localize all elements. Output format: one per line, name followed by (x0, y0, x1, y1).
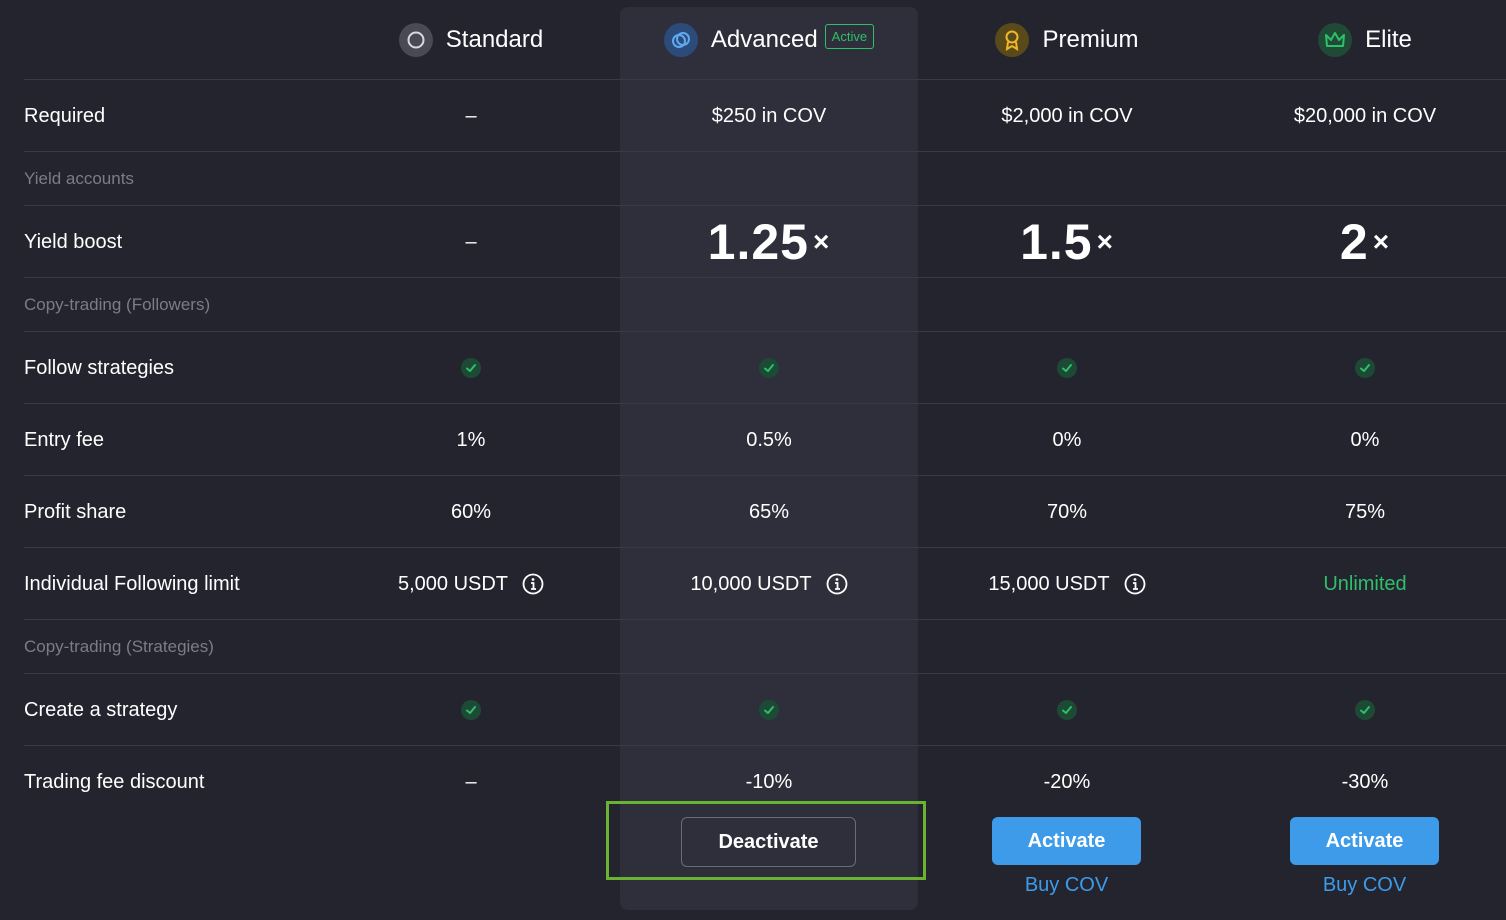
tier-comparison-page: Standard Advanced Active Premium Elite R… (0, 0, 1506, 920)
limit-value: 5,000 USDT (397, 572, 509, 595)
row-yield-boost: Yield boost – 1.25 × 1.5 × 2 × (24, 205, 1506, 278)
check-icon (1355, 358, 1375, 378)
linked-rings-icon (663, 22, 698, 57)
section-label: Copy-trading (Strategies) (24, 637, 214, 656)
boost-value: 1.5 (1020, 214, 1093, 270)
yield-boost-elite: 2 × (1216, 206, 1506, 278)
crown-icon (1318, 22, 1353, 57)
buy-cov-elite-link[interactable]: Buy COV (1290, 874, 1439, 897)
yield-boost-standard: – (465, 230, 477, 253)
profit-share-standard: 60% (450, 500, 492, 523)
entry-fee-advanced: 0.5% (746, 428, 792, 451)
check-icon (1355, 700, 1375, 720)
tier-header-row: Standard Advanced Active Premium Elite (24, 0, 1506, 79)
row-entry-fee: Entry fee 1% 0.5% 0% 0% (24, 403, 1506, 476)
following-limit-standard: 5,000 USDT (322, 548, 620, 620)
entry-fee-standard: 1% (456, 428, 486, 451)
activate-elite-button[interactable]: Activate (1290, 817, 1439, 865)
tier-name-elite: Elite (1365, 25, 1412, 53)
row-follow-strategies: Follow strategies (24, 331, 1506, 404)
section-yield-accounts: Yield accounts (24, 151, 1506, 206)
row-label: Create a strategy (24, 698, 178, 721)
yield-boost-premium: 1.5 × (918, 206, 1216, 278)
following-limit-advanced: 10,000 USDT (620, 548, 918, 620)
profit-share-premium: 70% (1046, 500, 1088, 523)
check-icon (759, 700, 779, 720)
entry-fee-elite: 0% (1350, 428, 1380, 451)
tier-header-premium: Premium (918, 0, 1216, 79)
required-premium: $2,000 in COV (1001, 104, 1133, 127)
row-label: Profit share (24, 500, 127, 523)
following-limit-elite: Unlimited (1323, 572, 1407, 595)
limit-value: 15,000 USDT (988, 572, 1110, 595)
section-label: Copy-trading (Followers) (24, 295, 211, 314)
check-icon (461, 358, 481, 378)
check-icon (759, 358, 779, 378)
row-label: Trading fee discount (24, 770, 205, 793)
yield-boost-advanced: 1.25 × (620, 206, 918, 278)
section-copy-trading-followers: Copy-trading (Followers) (24, 277, 1506, 332)
check-icon (1057, 700, 1077, 720)
boost-value: 2 (1339, 214, 1369, 270)
create-strategy-advanced (620, 674, 918, 746)
create-strategy-standard (322, 674, 620, 746)
limit-value: 10,000 USDT (690, 572, 812, 595)
trading-fee-premium: -20% (1043, 770, 1091, 793)
create-strategy-premium (918, 674, 1216, 746)
tier-name-premium: Premium (1042, 25, 1139, 53)
tier-name-advanced: Advanced (710, 25, 818, 53)
row-label: Follow strategies (24, 356, 175, 379)
tier-header-standard: Standard (322, 0, 620, 79)
follow-strategies-advanced (620, 332, 918, 404)
create-strategy-elite (1216, 674, 1506, 746)
deactivate-button[interactable]: Deactivate (681, 817, 856, 867)
row-label: Yield boost (24, 230, 123, 253)
info-icon[interactable] (522, 573, 544, 595)
section-label: Yield accounts (24, 169, 134, 188)
tier-header-elite: Elite (1216, 0, 1506, 79)
active-badge: Active (824, 24, 875, 49)
entry-fee-premium: 0% (1052, 428, 1082, 451)
check-icon (1057, 358, 1077, 378)
profit-share-elite: 75% (1344, 500, 1386, 523)
medal-icon (995, 22, 1030, 57)
trading-fee-elite: -30% (1341, 770, 1389, 793)
row-required: Required – $250 in COV $2,000 in COV $20… (24, 79, 1506, 152)
info-icon[interactable] (1124, 573, 1146, 595)
required-elite: $20,000 in COV (1293, 104, 1437, 127)
tier-header-advanced: Advanced Active (620, 0, 918, 79)
section-copy-trading-strategies: Copy-trading (Strategies) (24, 619, 1506, 674)
activate-premium-button[interactable]: Activate (992, 817, 1141, 865)
row-label: Individual Following limit (24, 572, 240, 595)
tier-name-standard: Standard (445, 25, 544, 53)
row-label: Entry fee (24, 428, 105, 451)
check-icon (461, 700, 481, 720)
trading-fee-standard: – (465, 770, 477, 793)
required-standard: – (465, 104, 477, 127)
boost-suffix: × (812, 226, 831, 257)
circle-ring-icon (398, 22, 433, 57)
profit-share-advanced: 65% (748, 500, 790, 523)
row-create-strategy: Create a strategy (24, 673, 1506, 746)
row-following-limit: Individual Following limit 5,000 USDT 10… (24, 547, 1506, 620)
required-advanced: $250 in COV (711, 104, 827, 127)
row-profit-share: Profit share 60% 65% 70% 75% (24, 475, 1506, 548)
boost-suffix: × (1096, 226, 1114, 257)
info-icon[interactable] (826, 573, 848, 595)
boost-suffix: × (1372, 226, 1391, 257)
boost-value: 1.25 (707, 214, 809, 270)
follow-strategies-standard (322, 332, 620, 404)
buy-cov-premium-link[interactable]: Buy COV (992, 874, 1141, 897)
row-label: Required (24, 104, 106, 127)
follow-strategies-elite (1216, 332, 1506, 404)
following-limit-premium: 15,000 USDT (918, 548, 1216, 620)
follow-strategies-premium (918, 332, 1216, 404)
